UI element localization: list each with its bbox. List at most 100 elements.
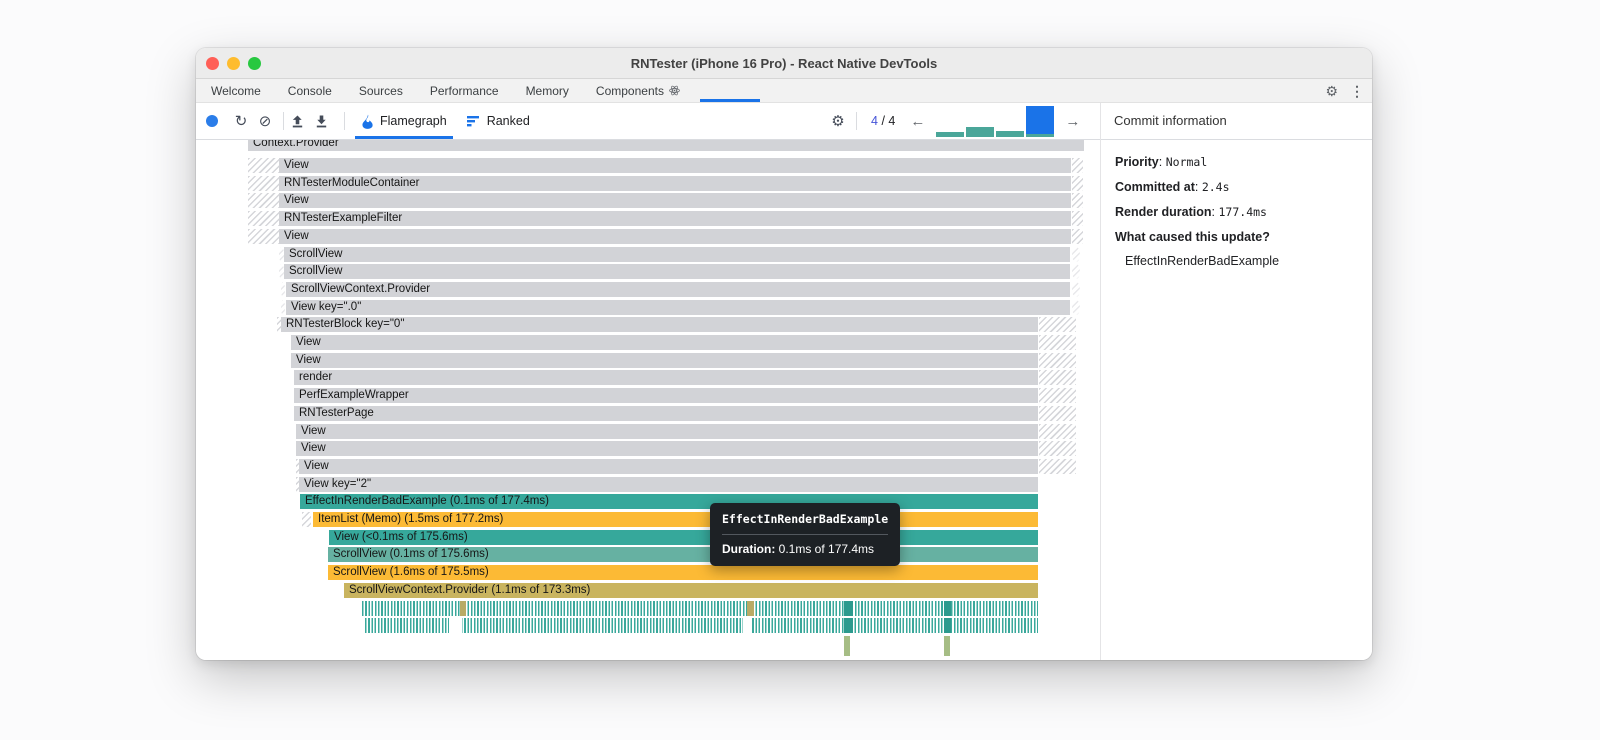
flame-bar[interactable]: View [296,441,1038,457]
hatch-right [1039,370,1076,386]
flame-bar[interactable]: View key=".0" [286,299,1070,315]
flame-bar[interactable]: ScrollView (1.6ms of 175.5ms) [328,565,1038,581]
flame-stripe-row[interactable] [365,618,1038,634]
flame-bar[interactable]: View [279,193,1071,209]
flame-bar[interactable]: View key="2" [299,476,1038,492]
tab-performance[interactable]: Performance [430,79,499,102]
tab-label: Sources [358,83,403,98]
commit-information-header: Commit information [1114,113,1227,128]
flame-bar[interactable]: RNTesterModuleContainer [279,175,1071,191]
more-options-kebab-icon[interactable]: ⋮ [1350,84,1364,98]
flame-bar[interactable]: View [291,335,1038,350]
tab-profiler-selected[interactable] [699,79,760,102]
tab-welcome[interactable]: Welcome [211,79,261,102]
render-duration-line: Render duration: 177.4ms [1115,205,1267,219]
profiler-toolbar: ↻ ⊘ Flamegraph Ranked ⚙ 4 / 4 ← → Commit… [196,103,1372,140]
flame-bar[interactable]: RNTesterPage [294,405,1038,421]
tab-flamegraph[interactable]: Flamegraph [351,103,457,139]
flame-bar[interactable]: PerfExampleWrapper [294,388,1038,404]
export-profile-icon[interactable] [314,114,338,129]
flame-bar[interactable]: View [296,423,1038,439]
flame-leaf-bar[interactable] [944,635,950,656]
ranked-label: Ranked [486,114,530,128]
commit-counter-separator: / [881,114,885,128]
hatch-right [1039,388,1076,404]
flame-bar[interactable]: ScrollViewContext.Provider [286,281,1070,297]
commit-bar-fill [936,131,965,137]
flame-leaf-bar[interactable] [844,635,850,656]
commit-bar[interactable] [936,106,965,137]
hatch-left [248,158,279,173]
toolbar-separator [283,112,284,130]
tab-console[interactable]: Console [288,79,332,102]
hatch-right [1072,211,1083,227]
tab-memory[interactable]: Memory [526,79,569,102]
committed-at-value: 2.4s [1201,180,1230,194]
flame-bar[interactable]: View (<0.1ms of 175.6ms) [329,529,1038,545]
tab-components[interactable]: Components [596,79,680,102]
flame-bar[interactable]: View [291,352,1038,368]
hatch-right [1039,352,1076,368]
commit-bar-selected[interactable] [1026,105,1055,137]
hatch-left [279,246,284,262]
hatch-left [302,512,311,527]
flame-bar[interactable]: ScrollViewContext.Provider (1.1ms of 173… [344,582,1038,598]
tooltip-duration-value: 0.1ms of 177.4ms [775,542,875,556]
reload-and-profile-icon[interactable]: ↻ [229,114,253,129]
hatch-right [1072,158,1083,173]
tab-sources[interactable]: Sources [359,79,403,102]
stripe-segment [460,600,466,616]
stripe-segment [743,618,752,634]
cause-line: What caused this update? [1115,229,1372,245]
clear-profiling-icon[interactable]: ⊘ [253,114,277,129]
flame-bar[interactable]: ScrollView [284,246,1070,262]
import-profile-icon[interactable] [290,114,314,129]
commit-current: 4 [871,114,878,128]
tab-label: Performance [429,83,499,98]
settings-gear-icon[interactable]: ⚙ [1325,84,1338,98]
flamegraph-selected-indicator [355,136,453,139]
flame-stripe-row[interactable] [362,600,1038,616]
render-duration-label: Render duration [1115,205,1212,219]
tab-label: Components [595,83,664,98]
profiler-settings-gear-icon[interactable]: ⚙ [826,114,850,129]
hatch-left [296,476,299,492]
commit-bar-fill [966,126,995,137]
flame-bar[interactable]: RNTesterBlock key="0" [281,317,1038,333]
flame-bar[interactable]: View [299,458,1038,474]
hatch-right [1039,441,1076,457]
hatch-right [1039,317,1076,333]
commit-bar-baseline [1026,133,1055,137]
commit-counter: 4 / 4 [871,114,895,128]
next-commit-arrow-icon[interactable]: → [1065,113,1080,130]
flame-bar[interactable]: Context.Provider [248,140,1084,151]
cause-label: What caused this update? [1115,230,1270,244]
cause-component[interactable]: EffectInRenderBadExample [1115,254,1372,268]
tooltip-component-name: EffectInRenderBadExample [722,512,889,526]
flame-bar[interactable]: ScrollView (0.1ms of 175.6ms) [328,547,1038,563]
flame-bar[interactable]: EffectInRenderBadExample (0.1ms of 177.4… [300,494,1038,510]
hatch-right [1072,228,1083,244]
hatch-left [277,317,281,333]
commit-bar[interactable] [996,106,1025,137]
hatch-left [248,193,279,209]
flame-bar[interactable]: render [294,370,1038,386]
flame-bar[interactable]: View [279,158,1071,173]
titlebar: RNTester (iPhone 16 Pro) - React Native … [196,48,1372,79]
stripe-segment [844,600,853,616]
flame-bar[interactable]: View [279,228,1071,244]
flame-bar[interactable]: ScrollView [284,264,1070,280]
hatch-right [1072,264,1080,280]
hatch-left [281,281,285,297]
previous-commit-arrow-icon[interactable]: ← [910,113,925,130]
record-profiling-button[interactable] [206,115,218,127]
commit-bar[interactable] [966,106,995,137]
flame-bar[interactable]: ItemList (Memo) (1.5ms of 177.2ms) [313,512,1038,527]
flame-icon [361,114,374,129]
commit-selector-chart[interactable] [936,105,1055,137]
tab-ranked[interactable]: Ranked [457,103,540,139]
hatch-right [1072,193,1083,209]
ranked-icon [466,115,481,127]
flame-bar[interactable]: RNTesterExampleFilter [279,211,1071,227]
toolbar-separator [856,112,857,130]
